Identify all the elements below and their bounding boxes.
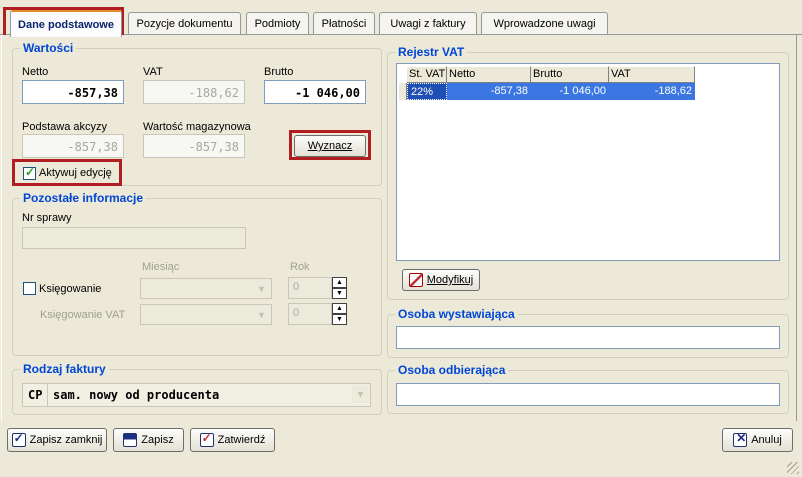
table-cell[interactable]: -188,62 xyxy=(609,83,695,100)
group-title-odbierajaca: Osoba odbierająca xyxy=(395,363,509,377)
group-title-rodzaj: Rodzaj faktury xyxy=(20,362,109,376)
brutto-field[interactable]: -1 046,00 xyxy=(264,80,366,104)
ksiegowanie-label[interactable]: Księgowanie xyxy=(39,283,101,295)
miesiac-label: Miesiąc xyxy=(142,261,180,273)
table-cell[interactable]: -1 046,00 xyxy=(531,83,609,100)
group-title-pozostale: Pozostałe informacje xyxy=(20,191,147,205)
podstawa-akcyzy-label: Podstawa akcyzy xyxy=(22,121,107,133)
nr-sprawy-field xyxy=(22,227,246,249)
ksiegowanie-miesiac-select: ▼ xyxy=(140,278,272,299)
osoba-wystawiajaca-field[interactable] xyxy=(396,326,780,349)
tab-uwagi-z-faktury[interactable]: Uwagi z faktury xyxy=(379,12,477,34)
column-header[interactable]: St. VAT xyxy=(407,66,447,83)
rodzaj-code: CP xyxy=(28,388,43,402)
chevron-down-icon: ▼ xyxy=(253,306,270,323)
spinner-buttons[interactable]: ▲ ▼ xyxy=(332,303,347,325)
column-header[interactable]: Netto xyxy=(447,66,531,83)
anuluj-button[interactable]: ✕ Anuluj xyxy=(722,428,793,452)
table-cell[interactable]: -857,38 xyxy=(447,83,531,100)
spin-down-icon[interactable]: ▼ xyxy=(332,314,347,325)
brutto-label: Brutto xyxy=(264,66,294,78)
wartosc-magazynowa-label: Wartość magazynowa xyxy=(143,121,251,133)
tab-pozycje-dokumentu[interactable]: Pozycje dokumentu xyxy=(128,12,241,34)
edit-icon xyxy=(408,273,423,287)
ksiegowanie-vat-rok-spinner: 0 ▲ ▼ xyxy=(288,303,347,325)
netto-label: Netto xyxy=(22,66,49,78)
approve-icon: ✓ xyxy=(199,431,214,447)
resize-grip-icon[interactable] xyxy=(787,462,799,474)
ksiegowanie-vat-miesiac-select: ▼ xyxy=(140,304,272,325)
spin-up-icon[interactable]: ▲ xyxy=(332,303,347,314)
close-icon: ✕ xyxy=(733,431,748,447)
wartosc-magazynowa-field: -857,38 xyxy=(143,134,245,158)
anuluj-label: Anuluj xyxy=(751,434,782,446)
table-cell[interactable]: 22% xyxy=(407,83,447,100)
ksiegowanie-rok-spinner: 0 ▲ ▼ xyxy=(288,277,347,299)
group-title-wartosci: Wartości xyxy=(20,41,77,55)
ksiegowanie-vat-label: Księgowanie VAT xyxy=(40,309,126,321)
zatwierdz-label: Zatwierdź xyxy=(217,434,266,446)
column-header[interactable]: Brutto xyxy=(531,66,609,83)
tab-platnosci[interactable]: Płatności xyxy=(313,12,375,34)
group-title-wystawiajaca: Osoba wystawiająca xyxy=(395,307,518,321)
zapisz-label: Zapisz xyxy=(141,434,174,446)
ksiegowanie-checkbox[interactable] xyxy=(23,282,36,295)
chevron-down-icon: ▼ xyxy=(253,280,270,297)
save-icon xyxy=(123,433,138,447)
netto-field[interactable]: -857,38 xyxy=(22,80,124,104)
zapisz-button[interactable]: Zapisz xyxy=(113,428,184,452)
zapisz-zamknij-button[interactable]: ✓ Zapisz zamknij xyxy=(7,428,107,452)
podstawa-akcyzy-field: -857,38 xyxy=(22,134,124,158)
nr-sprawy-label: Nr sprawy xyxy=(22,212,72,224)
rodzaj-value: sam. nowy od producenta xyxy=(53,388,220,402)
zapisz-zamknij-label: Zapisz zamknij xyxy=(29,434,103,446)
ksiegowanie-rok-value: 0 xyxy=(293,281,300,293)
vat-register-grid[interactable]: St. VAT Netto Brutto VAT 22% -857,38 -1 … xyxy=(396,63,780,261)
spin-down-icon[interactable]: ▼ xyxy=(332,288,347,299)
vat-label: VAT xyxy=(143,66,163,78)
chevron-down-icon[interactable]: ▼ xyxy=(352,386,369,403)
vat-field: -188,62 xyxy=(143,80,245,104)
spinner-buttons[interactable]: ▲ ▼ xyxy=(332,277,347,299)
tab-dane-podstawowe[interactable]: Dane podstawowe xyxy=(10,10,122,37)
modyfikuj-button-label: Modyfikuj xyxy=(426,274,474,286)
tab-podmioty[interactable]: Podmioty xyxy=(246,12,309,34)
highlight-frame-aktywuj xyxy=(12,159,122,186)
spin-up-icon[interactable]: ▲ xyxy=(332,277,347,288)
checkmark-icon: ✓ xyxy=(11,431,26,447)
column-header[interactable]: VAT xyxy=(609,66,695,83)
rodzaj-divider xyxy=(47,384,48,406)
row-indicator xyxy=(399,83,407,100)
rodzaj-faktury-select[interactable]: CP sam. nowy od producenta ▼ xyxy=(22,383,371,407)
table-row[interactable]: 22% -857,38 -1 046,00 -188,62 xyxy=(407,83,695,100)
osoba-odbierajaca-field[interactable] xyxy=(396,383,780,406)
rok-label: Rok xyxy=(290,261,310,273)
tab-wprowadzone-uwagi[interactable]: Wprowadzone uwagi xyxy=(481,12,608,34)
grid-header: St. VAT Netto Brutto VAT xyxy=(407,66,695,83)
modyfikuj-button[interactable]: Modyfikuj xyxy=(402,269,480,291)
zatwierdz-button[interactable]: ✓ Zatwierdź xyxy=(190,428,275,452)
highlight-frame-wyznacz xyxy=(289,130,371,160)
tab-strip: Dane podstawowe Pozycje dokumentu Podmio… xyxy=(0,0,802,38)
ksiegowanie-vat-rok-value: 0 xyxy=(293,307,300,319)
group-title-rejestr: Rejestr VAT xyxy=(395,45,468,59)
